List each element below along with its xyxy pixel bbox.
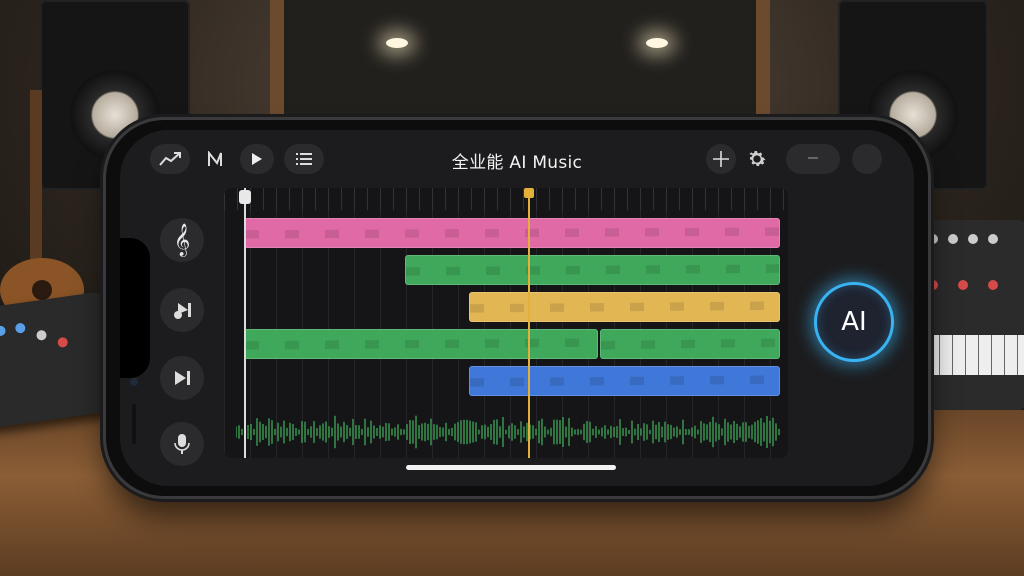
ai-button[interactable]: AI — [814, 282, 894, 362]
clip-notes — [470, 375, 779, 387]
clip-track-4-2[interactable] — [599, 329, 780, 359]
sidebar-item-instrument[interactable]: 𝄞 — [160, 218, 204, 262]
keyboard-keys — [914, 335, 1024, 375]
extra-button[interactable] — [852, 144, 882, 174]
right-mixer — [914, 220, 1024, 410]
minimize-icon — [808, 157, 818, 159]
minimize-button[interactable] — [786, 144, 840, 174]
clip-notes — [600, 338, 779, 350]
app-title: 全业能 AI Music — [451, 153, 583, 173]
front-camera — [130, 378, 138, 386]
sidebar-item-play-next[interactable] — [160, 356, 204, 400]
play-next-icon — [175, 371, 190, 385]
microphone-icon — [174, 434, 190, 454]
timeline[interactable] — [224, 188, 788, 458]
playhead-handle[interactable] — [524, 188, 535, 198]
left-mixer — [0, 291, 118, 429]
clip-notes — [245, 338, 597, 350]
audio-waveform — [236, 415, 780, 449]
clip-track-1[interactable] — [244, 218, 780, 248]
sidebar-item-record[interactable] — [160, 422, 204, 466]
notch — [120, 238, 150, 444]
ceiling-light — [386, 38, 408, 48]
clip-track-2[interactable] — [404, 255, 780, 285]
top-bar: 全业能 AI Music — [150, 144, 884, 178]
clip-notes — [245, 227, 779, 239]
ai-button-label: AI — [841, 307, 867, 337]
settings-button[interactable] — [742, 144, 772, 174]
studio-window — [270, 0, 770, 130]
sidebar-item-skip[interactable] — [160, 288, 204, 332]
earpiece — [132, 404, 136, 444]
start-marker[interactable] — [239, 188, 251, 458]
clip-track-4-1[interactable] — [244, 329, 598, 359]
gear-icon — [749, 151, 766, 167]
clip-notes — [405, 264, 779, 276]
guitar — [0, 90, 84, 320]
skip-next-icon — [174, 303, 191, 319]
crosshair-icon — [713, 151, 729, 167]
clip-track-3[interactable] — [469, 292, 780, 322]
playhead[interactable] — [524, 188, 535, 458]
clip-track-5[interactable] — [469, 366, 780, 396]
treble-clef-icon: 𝄞 — [173, 223, 191, 256]
phone: 全业能 AI Music 𝄞 AI — [106, 120, 928, 496]
start-marker-handle[interactable] — [239, 190, 251, 204]
home-indicator[interactable] — [406, 465, 616, 470]
clip-notes — [470, 301, 779, 313]
crosshair-button[interactable] — [706, 144, 736, 174]
time-ruler[interactable] — [224, 188, 788, 210]
ceiling-light — [646, 38, 668, 48]
app-screen: 全业能 AI Music 𝄞 AI — [120, 130, 914, 486]
